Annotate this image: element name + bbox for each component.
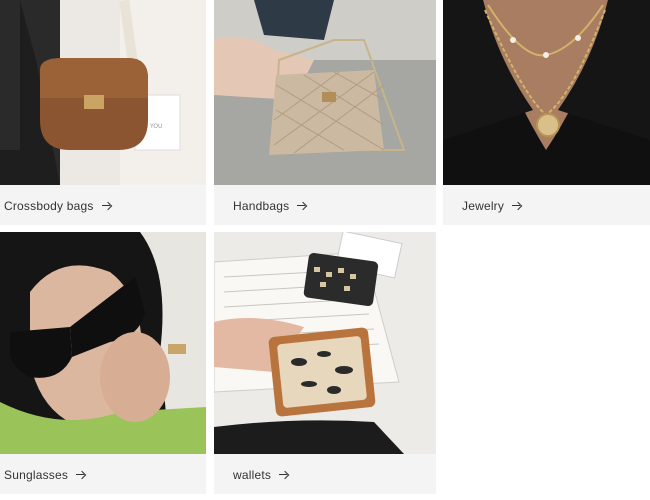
- svg-text:YOU: YOU: [149, 123, 162, 130]
- collection-caption[interactable]: Sunglasses: [0, 456, 206, 494]
- arrow-right-icon: [512, 201, 522, 211]
- sunglasses-image[interactable]: [0, 232, 206, 454]
- collection-caption[interactable]: Crossbody bags: [0, 187, 206, 225]
- arrow-right-icon: [101, 201, 112, 211]
- collection-label[interactable]: Crossbody bags: [4, 199, 94, 213]
- collection-card-wallets[interactable]: wallets: [214, 232, 436, 494]
- arrow-right-icon: [279, 470, 289, 480]
- collection-label[interactable]: Jewelry: [462, 199, 504, 213]
- collection-card-handbags[interactable]: Handbags: [214, 0, 436, 225]
- necklace-image[interactable]: [443, 0, 650, 185]
- collection-label[interactable]: Handbags: [233, 199, 289, 213]
- collection-caption[interactable]: wallets: [214, 456, 436, 494]
- collection-card-sunglasses[interactable]: Sunglasses: [0, 232, 206, 494]
- crossbody-bag-image[interactable]: YOU: [0, 0, 206, 185]
- collection-card-jewelry[interactable]: Jewelry: [443, 0, 650, 225]
- collection-caption[interactable]: Jewelry: [443, 187, 650, 225]
- collection-label[interactable]: wallets: [233, 468, 271, 482]
- collection-label[interactable]: Sunglasses: [4, 468, 68, 482]
- collection-caption[interactable]: Handbags: [214, 187, 436, 225]
- quilted-handbag-image[interactable]: [214, 0, 436, 185]
- collection-card-crossbody-bags[interactable]: YOU Crossbody bags: [0, 0, 206, 225]
- arrow-right-icon: [297, 201, 307, 211]
- arrow-right-icon: [76, 470, 86, 480]
- wallets-image[interactable]: [214, 232, 436, 454]
